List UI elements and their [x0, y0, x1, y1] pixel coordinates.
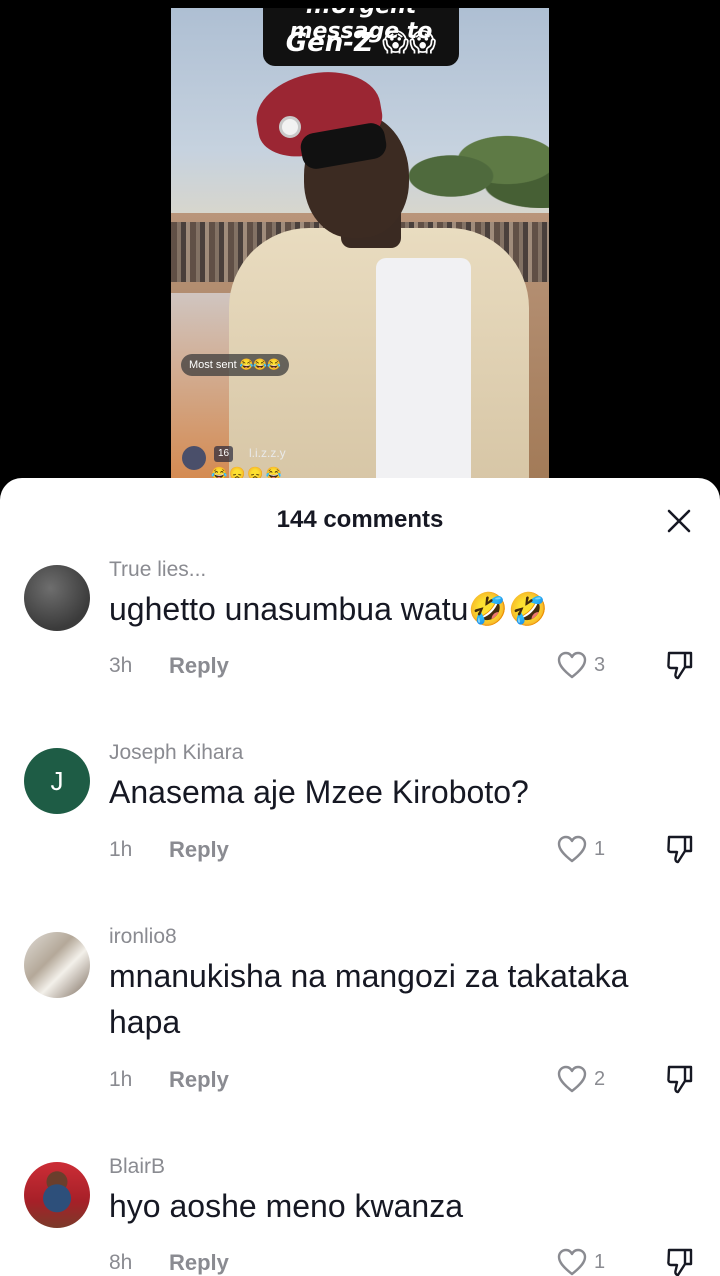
video-caption: ...Urgent message to Gen-Z 😱😱: [263, 8, 459, 66]
speaker-shirt: [376, 258, 471, 483]
thumbs-down-icon: [667, 651, 693, 680]
dislike-button[interactable]: [662, 1245, 698, 1276]
comment-text: mnanukisha na mangozi za takataka hapa: [109, 958, 629, 1040]
like-button[interactable]: 1: [556, 1245, 616, 1276]
comment-username[interactable]: ironlio8: [109, 925, 177, 949]
thumbs-down-icon: [667, 1065, 693, 1094]
like-count: 2: [594, 1067, 606, 1090]
like-button[interactable]: 2: [556, 1062, 616, 1096]
video-frame: ...Urgent message to Gen-Z 😱😱 Most sent …: [171, 8, 549, 483]
like-button[interactable]: 3: [556, 648, 616, 682]
caption-main-text: Gen-Z 😱😱: [285, 28, 437, 58]
avatar[interactable]: [24, 1162, 90, 1228]
avatar[interactable]: J: [24, 748, 90, 814]
thumbs-down-icon: [667, 1248, 693, 1276]
reply-button[interactable]: Reply: [169, 653, 229, 679]
heart-icon: [557, 835, 587, 863]
reply-button[interactable]: Reply: [169, 1250, 229, 1276]
comment-text: Anasema aje Mzee Kiroboto?: [109, 774, 529, 810]
comment-text: ughetto unasumbua watu🤣🤣: [109, 591, 549, 627]
comment-username[interactable]: Joseph Kihara: [109, 741, 243, 765]
like-count: 3: [594, 653, 606, 676]
dislike-button[interactable]: [662, 648, 698, 682]
like-count: 1: [594, 1250, 606, 1273]
dislike-button[interactable]: [662, 1062, 698, 1096]
comment-time: 1h: [109, 1068, 133, 1091]
beret-badge-icon: [279, 116, 301, 138]
most-sent-gift-label: Most sent 😂😂😂: [181, 354, 289, 376]
live-user-avatar: [182, 446, 206, 470]
live-level-badge: 16: [214, 446, 234, 462]
live-username: l.i.z.z.y: [249, 446, 286, 460]
heart-icon: [557, 1248, 587, 1276]
like-count: 1: [594, 837, 606, 860]
like-button[interactable]: 1: [556, 832, 616, 866]
background-trees: [409, 128, 549, 208]
heart-icon: [557, 651, 587, 679]
comment-username[interactable]: BlairB: [109, 1155, 165, 1179]
comments-sheet: 144 comments True lies... ughetto unasum…: [0, 478, 720, 1276]
dislike-button[interactable]: [662, 832, 698, 866]
video-player[interactable]: ...Urgent message to Gen-Z 😱😱 Most sent …: [0, 0, 720, 500]
reply-button[interactable]: Reply: [169, 1067, 229, 1093]
reply-button[interactable]: Reply: [169, 837, 229, 863]
comment-time: 8h: [109, 1251, 133, 1274]
heart-icon: [557, 1065, 587, 1093]
comment-text: hyo aoshe meno kwanza: [109, 1188, 463, 1224]
comment-time: 3h: [109, 654, 133, 677]
close-icon: [667, 509, 691, 533]
avatar[interactable]: [24, 932, 90, 998]
comment-time: 1h: [109, 838, 133, 861]
close-button[interactable]: [660, 502, 698, 540]
comments-count-title: 144 comments: [276, 506, 444, 533]
avatar[interactable]: [24, 565, 90, 631]
comment-username[interactable]: True lies...: [109, 558, 206, 582]
thumbs-down-icon: [667, 835, 693, 864]
